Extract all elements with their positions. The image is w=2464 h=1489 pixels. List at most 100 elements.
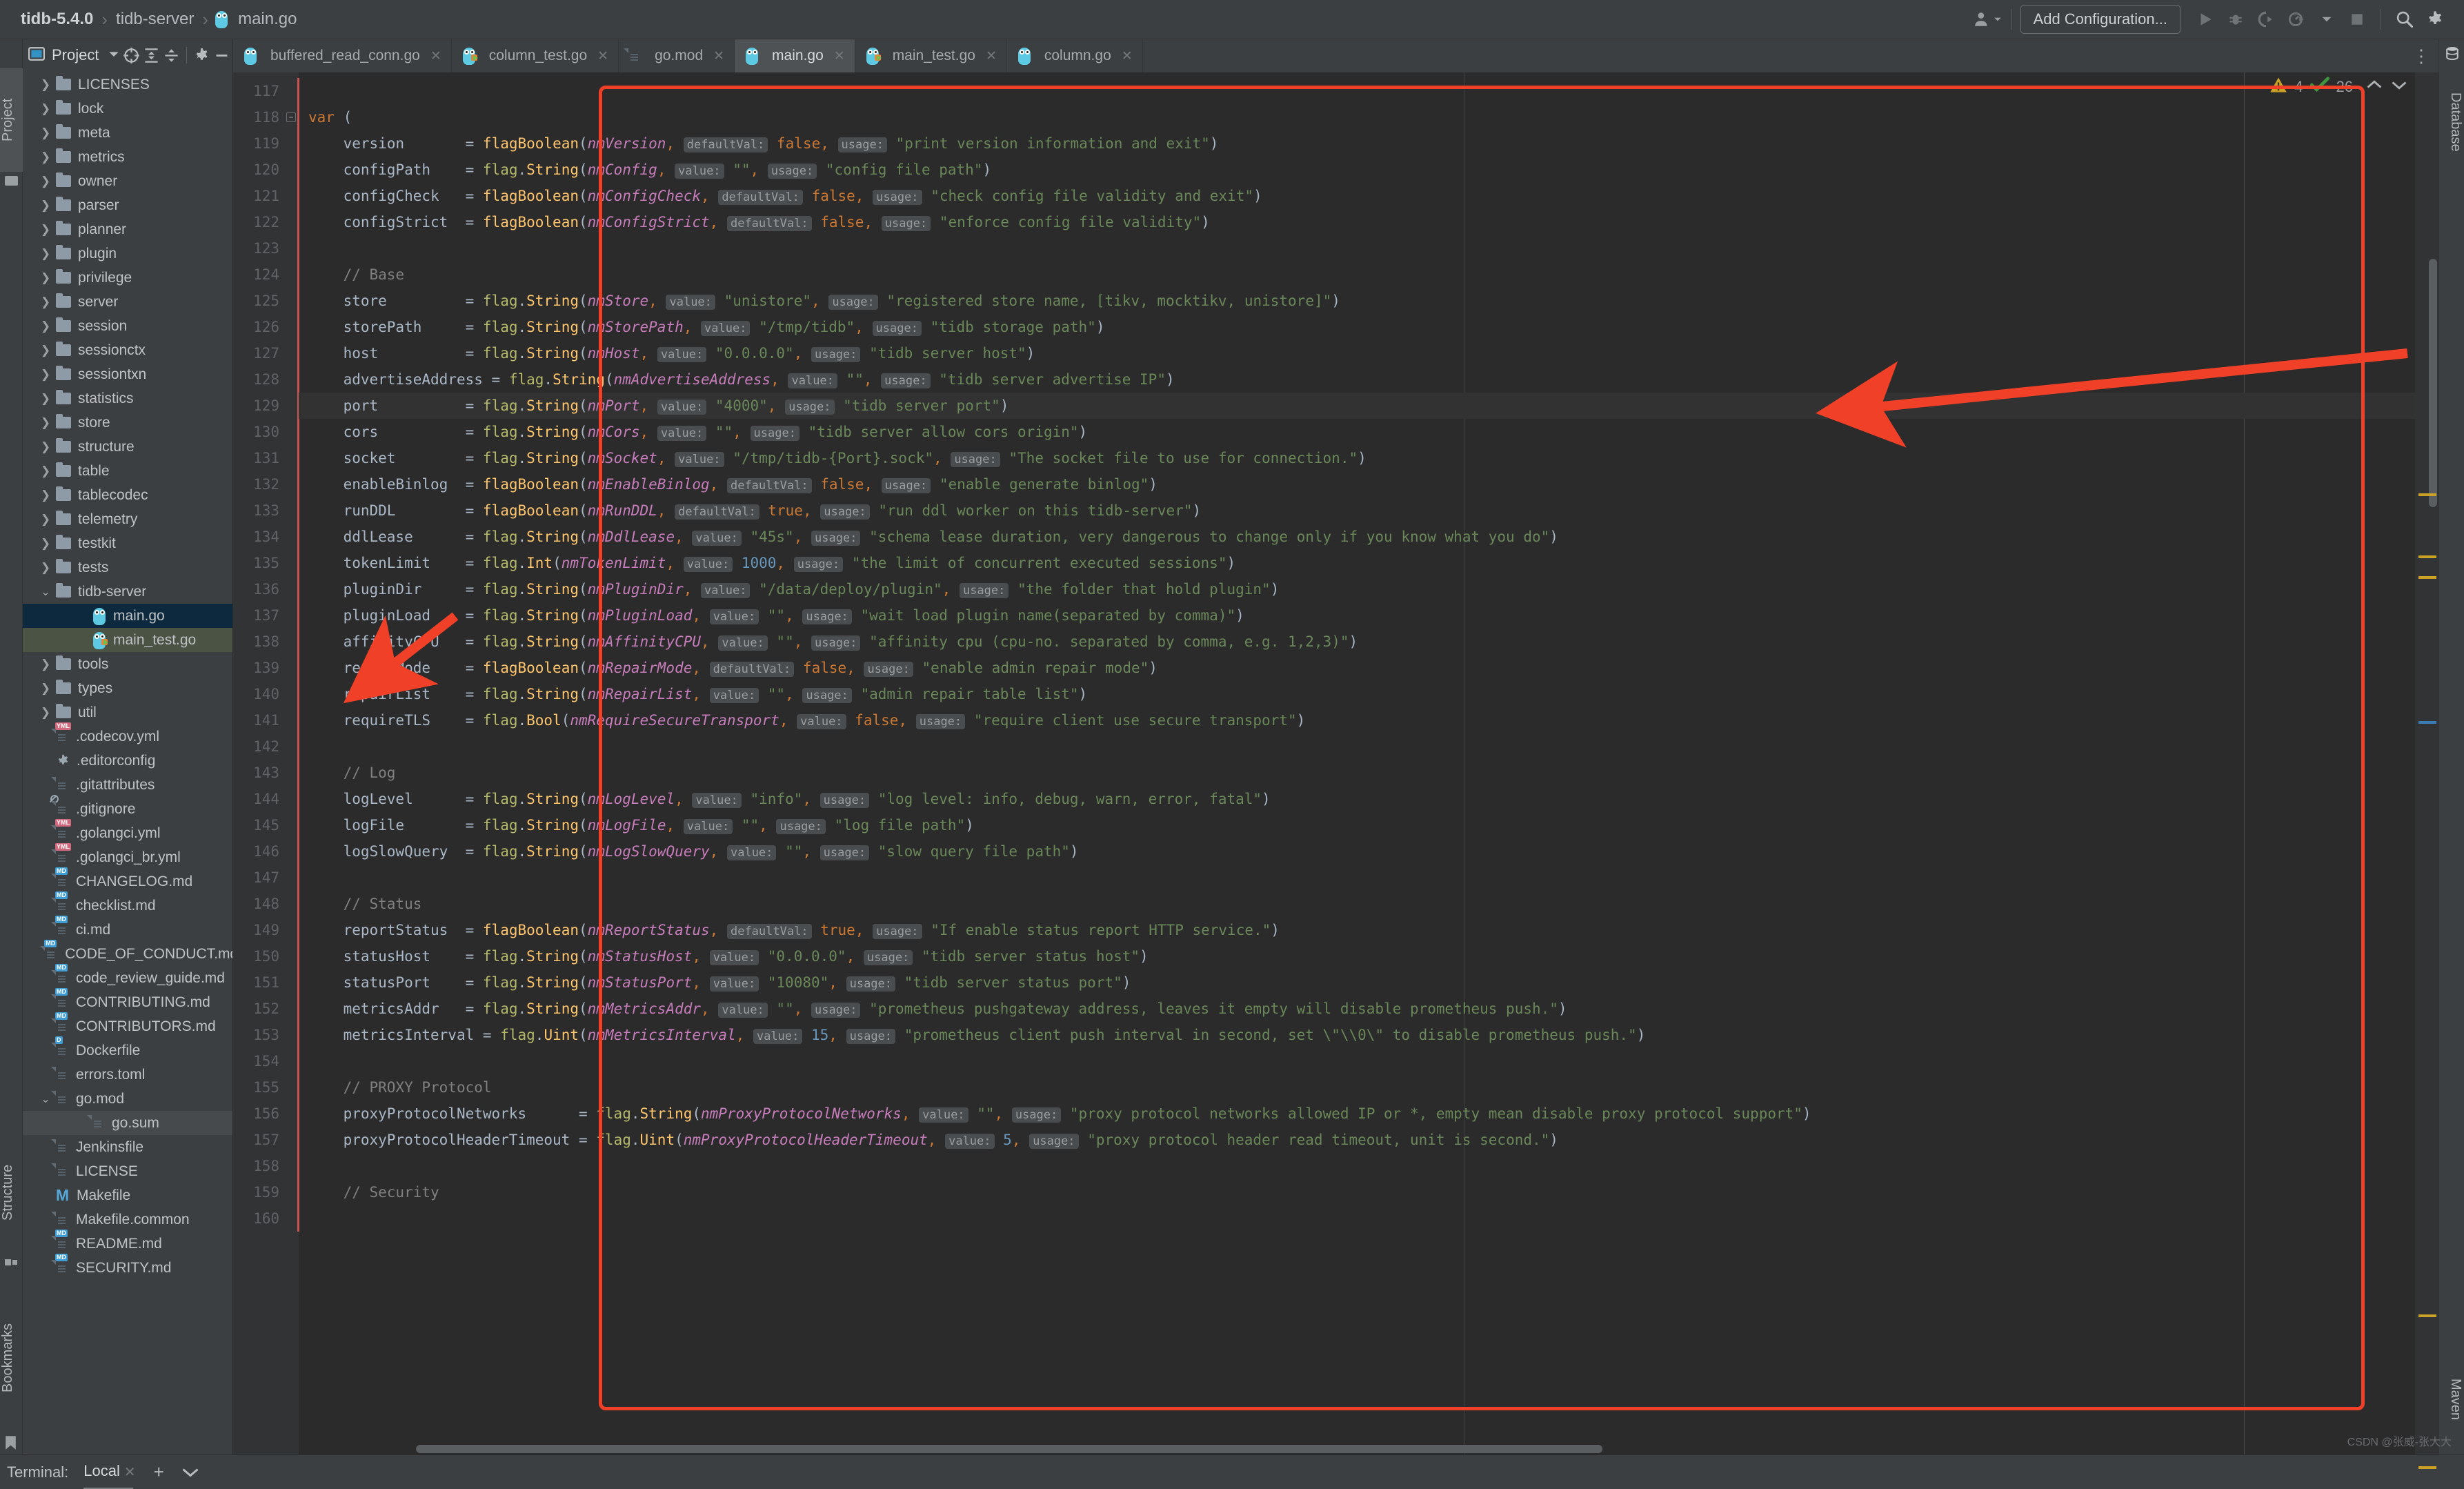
hide-panel-icon[interactable] bbox=[212, 46, 231, 65]
tree-item-server[interactable]: ❯ server bbox=[23, 290, 232, 314]
tree-item-structure[interactable]: ❯ structure bbox=[23, 435, 232, 459]
line-number[interactable]: 152 bbox=[233, 996, 299, 1022]
tab-strip-overflow[interactable]: ⋮ bbox=[2412, 39, 2438, 72]
line-number[interactable]: 141 bbox=[233, 707, 299, 733]
vertical-scrollbar[interactable] bbox=[2429, 259, 2437, 507]
tree-item-util[interactable]: ❯ util bbox=[23, 700, 232, 724]
tree-item-table[interactable]: ❯ table bbox=[23, 459, 232, 483]
editor-tab-buffered-read-conn-go[interactable]: buffered_read_conn.go ✕ bbox=[233, 39, 452, 72]
tree-item-main-go[interactable]: ❯main.go bbox=[23, 604, 232, 628]
line-number[interactable]: 129 bbox=[233, 393, 299, 419]
rail-item-database[interactable]: Database bbox=[2441, 67, 2463, 177]
code-line[interactable]: tokenLimit = flag.Int(nmTokenLimit, valu… bbox=[299, 550, 2415, 576]
code-line[interactable] bbox=[299, 1153, 2415, 1179]
terminal-chevron-down-icon[interactable] bbox=[182, 1461, 199, 1483]
tree-item-types[interactable]: ❯ types bbox=[23, 676, 232, 700]
line-number[interactable]: 122 bbox=[233, 209, 299, 235]
tree-expand-arrow-icon[interactable]: ❯ bbox=[35, 271, 56, 285]
line-number-gutter[interactable]: 117 118 119 120 121 122 123 124 125 126 127 128 129 1… bbox=[233, 72, 299, 1455]
tree-expand-arrow-icon[interactable]: ❯ bbox=[35, 464, 56, 478]
line-number[interactable]: 157 bbox=[233, 1127, 299, 1153]
tree-item-licenses[interactable]: ❯ LICENSES bbox=[23, 72, 232, 97]
code-line[interactable]: pluginDir = flag.String(nmPluginDir, val… bbox=[299, 576, 2415, 602]
tree-item-session[interactable]: ❯ session bbox=[23, 314, 232, 338]
tree-item-codecov-yml[interactable]: ❯YML.codecov.yml bbox=[23, 722, 232, 749]
tree-item-golangci-yml[interactable]: ❯YML.golangci.yml bbox=[23, 819, 232, 845]
line-number[interactable]: 140 bbox=[233, 681, 299, 707]
tree-item-tablecodec[interactable]: ❯ tablecodec bbox=[23, 483, 232, 507]
tree-item-parser[interactable]: ❯ parser bbox=[23, 193, 232, 217]
tree-expand-arrow-icon[interactable]: ❯ bbox=[35, 368, 56, 382]
tree-item-changelog-md[interactable]: ❯MDCHANGELOG.md bbox=[23, 867, 232, 894]
tree-item-sessionctx[interactable]: ❯ sessionctx bbox=[23, 338, 232, 362]
tree-item-contributing-md[interactable]: ❯MDCONTRIBUTING.md bbox=[23, 988, 232, 1014]
tree-expand-arrow-icon[interactable]: ❯ bbox=[35, 489, 56, 502]
tree-item-plugin[interactable]: ❯ plugin bbox=[23, 241, 232, 266]
rail-item-maven[interactable]: Maven bbox=[2441, 1358, 2463, 1441]
tree-collapse-arrow-icon[interactable]: ⌄ bbox=[35, 585, 56, 599]
line-number[interactable]: 156 bbox=[233, 1101, 299, 1127]
close-tab-icon[interactable]: ✕ bbox=[986, 48, 997, 64]
tree-item-store[interactable]: ❯ store bbox=[23, 411, 232, 435]
expand-all-icon[interactable] bbox=[142, 46, 161, 65]
project-panel-chevron-icon[interactable] bbox=[108, 49, 119, 62]
line-number[interactable]: 117 bbox=[233, 78, 299, 104]
code-line[interactable]: socket = flag.String(nmSocket, value: "/… bbox=[299, 445, 2415, 471]
code-line[interactable]: advertiseAddress = flag.String(nmAdverti… bbox=[299, 366, 2415, 393]
tree-item-golangci-br-yml[interactable]: ❯YML.golangci_br.yml bbox=[23, 843, 232, 869]
close-tab-icon[interactable]: ✕ bbox=[1122, 48, 1133, 64]
horizontal-scrollbar[interactable] bbox=[416, 1445, 1602, 1453]
code-line[interactable]: // PROXY Protocol bbox=[299, 1074, 2415, 1101]
tree-item-makefile[interactable]: ❯MMakefile bbox=[23, 1183, 232, 1207]
breadcrumb-project[interactable]: tidb-5.4.0 bbox=[18, 10, 96, 29]
line-number[interactable]: 142 bbox=[233, 733, 299, 760]
tree-item-tidb-server[interactable]: ⌄ tidb-server bbox=[23, 580, 232, 604]
code-line[interactable]: pluginLoad = flag.String(nmPluginLoad, v… bbox=[299, 602, 2415, 629]
code-line[interactable]: statusPort = flag.String(nmStatusPort, v… bbox=[299, 969, 2415, 996]
tree-item-security-md[interactable]: ❯MDSECURITY.md bbox=[23, 1254, 232, 1280]
code-line[interactable]: affinityCPU = flag.String(nmAffinityCPU,… bbox=[299, 629, 2415, 655]
tree-item-editorconfig[interactable]: ❯.editorconfig bbox=[23, 749, 232, 773]
breadcrumb-folder[interactable]: tidb-server bbox=[113, 10, 197, 29]
line-number[interactable]: 138 bbox=[233, 629, 299, 655]
code-line[interactable]: logLevel = flag.String(nmLogLevel, value… bbox=[299, 786, 2415, 812]
collapse-all-icon[interactable] bbox=[162, 46, 181, 65]
tree-item-ci-md[interactable]: ❯MDci.md bbox=[23, 916, 232, 942]
line-number[interactable]: 150 bbox=[233, 943, 299, 969]
code-line[interactable]: repairMode = flagBoolean(nmRepairMode, d… bbox=[299, 655, 2415, 681]
line-number[interactable]: 158 bbox=[233, 1153, 299, 1179]
tree-item-checklist-md[interactable]: ❯MDchecklist.md bbox=[23, 891, 232, 918]
chevron-down-icon[interactable] bbox=[2312, 4, 2342, 34]
editor-tab-main-test-go[interactable]: main_test.go ✕ bbox=[855, 39, 1007, 72]
code-line[interactable]: port = flag.String(nmPort, value: "4000"… bbox=[299, 393, 2415, 419]
code-line[interactable] bbox=[299, 1205, 2415, 1232]
marker-warning[interactable] bbox=[2418, 1466, 2436, 1469]
code-line[interactable]: store = flag.String(nmStore, value: "uni… bbox=[299, 288, 2415, 314]
tree-expand-arrow-icon[interactable]: ❯ bbox=[35, 175, 56, 188]
tree-item-errors-toml[interactable]: ❯errors.toml bbox=[23, 1063, 232, 1087]
line-number[interactable]: 145 bbox=[233, 812, 299, 838]
tree-expand-arrow-icon[interactable]: ❯ bbox=[35, 150, 56, 164]
close-tab-icon[interactable]: ✕ bbox=[713, 48, 724, 64]
tree-item-code-of-conduct-md[interactable]: ❯MDCODE_OF_CONDUCT.md bbox=[23, 940, 232, 966]
tree-expand-arrow-icon[interactable]: ❯ bbox=[35, 295, 56, 309]
tree-expand-arrow-icon[interactable]: ❯ bbox=[35, 319, 56, 333]
code-line[interactable]: proxyProtocolNetworks = flag.String(nmPr… bbox=[299, 1101, 2415, 1127]
code-editor[interactable]: 4 26 117 118 119 120 121 122 123 124 125 126 127 12… bbox=[233, 72, 2438, 1469]
code-line[interactable]: configPath = flag.String(nmConfig, value… bbox=[299, 157, 2415, 183]
inspection-widget[interactable]: 4 26 bbox=[2269, 77, 2408, 97]
vcs-user-icon[interactable] bbox=[1973, 4, 2003, 34]
tree-item-code-review-guide-md[interactable]: ❯MDcode_review_guide.md bbox=[23, 964, 232, 990]
marker-warning[interactable] bbox=[2418, 493, 2436, 496]
project-file-tree[interactable]: ❯ LICENSES ❯ lock ❯ meta ❯ metrics ❯ owner ❯ parser… bbox=[23, 71, 232, 1455]
tree-item-metrics[interactable]: ❯ metrics bbox=[23, 145, 232, 169]
prev-problem-icon[interactable] bbox=[2365, 77, 2383, 97]
line-number[interactable]: 119 bbox=[233, 130, 299, 157]
tree-expand-arrow-icon[interactable]: ❯ bbox=[35, 513, 56, 526]
code-line[interactable]: logSlowQuery = flag.String(nmLogSlowQuer… bbox=[299, 838, 2415, 865]
code-line[interactable]: statusHost = flag.String(nmStatusHost, v… bbox=[299, 943, 2415, 969]
tree-item-privilege[interactable]: ❯ privilege bbox=[23, 266, 232, 290]
code-line[interactable]: metricsInterval = flag.Uint(nmMetricsInt… bbox=[299, 1022, 2415, 1048]
breadcrumb-file[interactable]: main.go bbox=[235, 10, 299, 29]
line-number[interactable]: 149 bbox=[233, 917, 299, 943]
